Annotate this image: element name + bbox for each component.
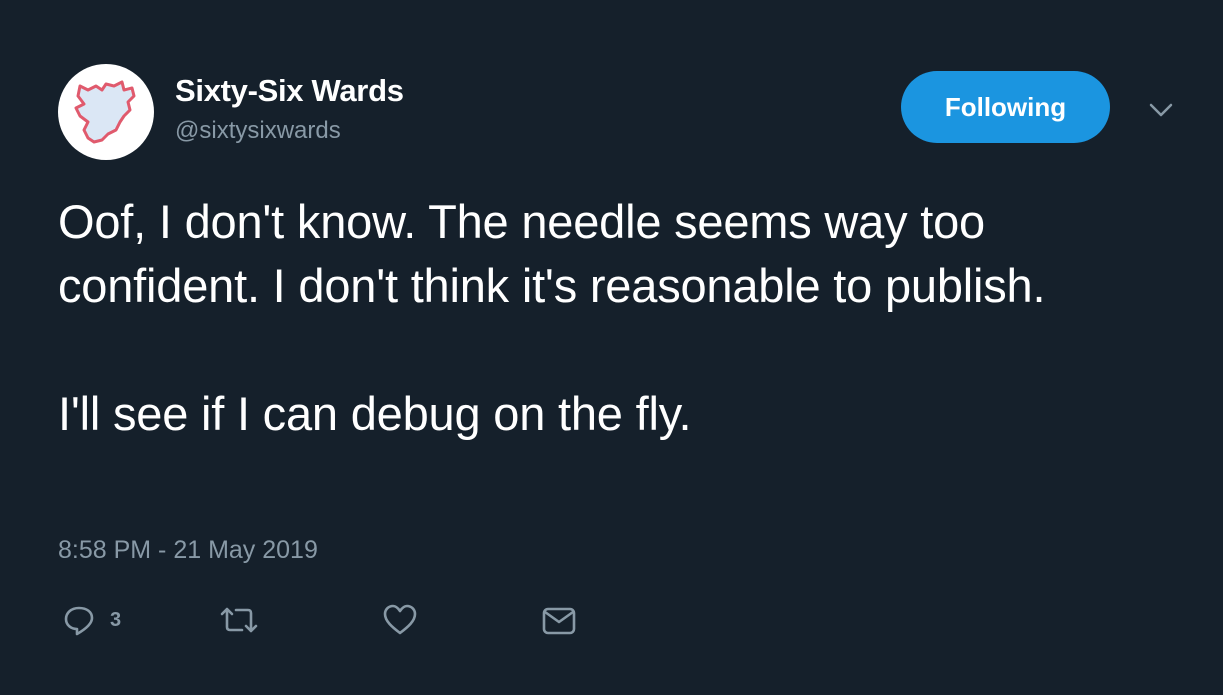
tweet-card: Sixty-Six Wards @sixtysixwards Following… xyxy=(0,0,1223,695)
author-info: Sixty-Six Wards @sixtysixwards xyxy=(175,72,404,146)
retweet-button[interactable] xyxy=(218,600,260,640)
reply-count: 3 xyxy=(110,609,122,631)
tweet-paragraph: Oof, I don't know. The needle seems way … xyxy=(58,195,1046,312)
heart-icon xyxy=(383,604,417,635)
tweet-paragraph: I'll see if I can debug on the fly. xyxy=(58,387,692,440)
display-name[interactable]: Sixty-Six Wards xyxy=(175,72,404,110)
avatar[interactable] xyxy=(58,64,154,160)
reply-icon xyxy=(64,606,94,636)
reply-button[interactable]: 3 xyxy=(62,600,121,640)
following-button[interactable]: Following xyxy=(901,71,1110,143)
philadelphia-map-outline-icon xyxy=(74,80,136,144)
handle[interactable]: @sixtysixwards xyxy=(175,116,404,146)
direct-message-button[interactable] xyxy=(541,600,577,640)
retweet-icon xyxy=(220,607,258,633)
like-button[interactable] xyxy=(382,600,418,640)
tweet-text: Oof, I don't know. The needle seems way … xyxy=(58,190,1178,446)
envelope-icon xyxy=(542,607,576,635)
chevron-down-icon[interactable] xyxy=(1146,98,1176,122)
timestamp[interactable]: 8:58 PM - 21 May 2019 xyxy=(58,534,318,566)
